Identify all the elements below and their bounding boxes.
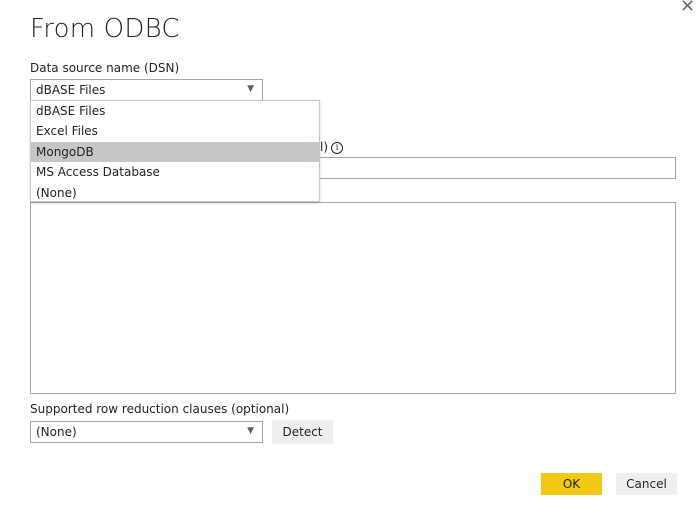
dsn-option-dbase[interactable]: dBASE Files xyxy=(31,101,319,121)
dsn-select[interactable]: dBASE Files ▼ xyxy=(30,79,263,101)
connection-string-label-fragment: l) i xyxy=(320,140,344,154)
chevron-down-icon: ▼ xyxy=(247,84,254,94)
dialog-title: From ODBC xyxy=(30,14,180,44)
dsn-label: Data source name (DSN) xyxy=(30,61,180,75)
dsn-option-none[interactable]: (None) xyxy=(31,183,319,203)
dsn-option-mongodb[interactable]: MongoDB xyxy=(31,141,319,163)
row-reduction-label: Supported row reduction clauses (optiona… xyxy=(30,402,290,416)
dsn-option-access[interactable]: MS Access Database xyxy=(31,162,319,182)
row-reduction-select[interactable]: (None) ▼ xyxy=(30,421,263,443)
close-icon[interactable]: ✕ xyxy=(680,0,695,17)
dsn-selected-value: dBASE Files xyxy=(36,83,106,97)
sql-statement-textarea[interactable] xyxy=(30,202,676,394)
info-icon[interactable]: i xyxy=(331,141,344,154)
row-reduction-selected-value: (None) xyxy=(36,425,77,439)
cancel-button[interactable]: Cancel xyxy=(616,473,677,495)
dsn-dropdown-list: dBASE Files Excel Files MongoDB MS Acces… xyxy=(30,100,320,202)
ok-button[interactable]: OK xyxy=(541,473,602,495)
detect-button[interactable]: Detect xyxy=(272,420,333,444)
dsn-option-excel[interactable]: Excel Files xyxy=(31,121,319,141)
chevron-down-icon: ▼ xyxy=(247,426,254,436)
